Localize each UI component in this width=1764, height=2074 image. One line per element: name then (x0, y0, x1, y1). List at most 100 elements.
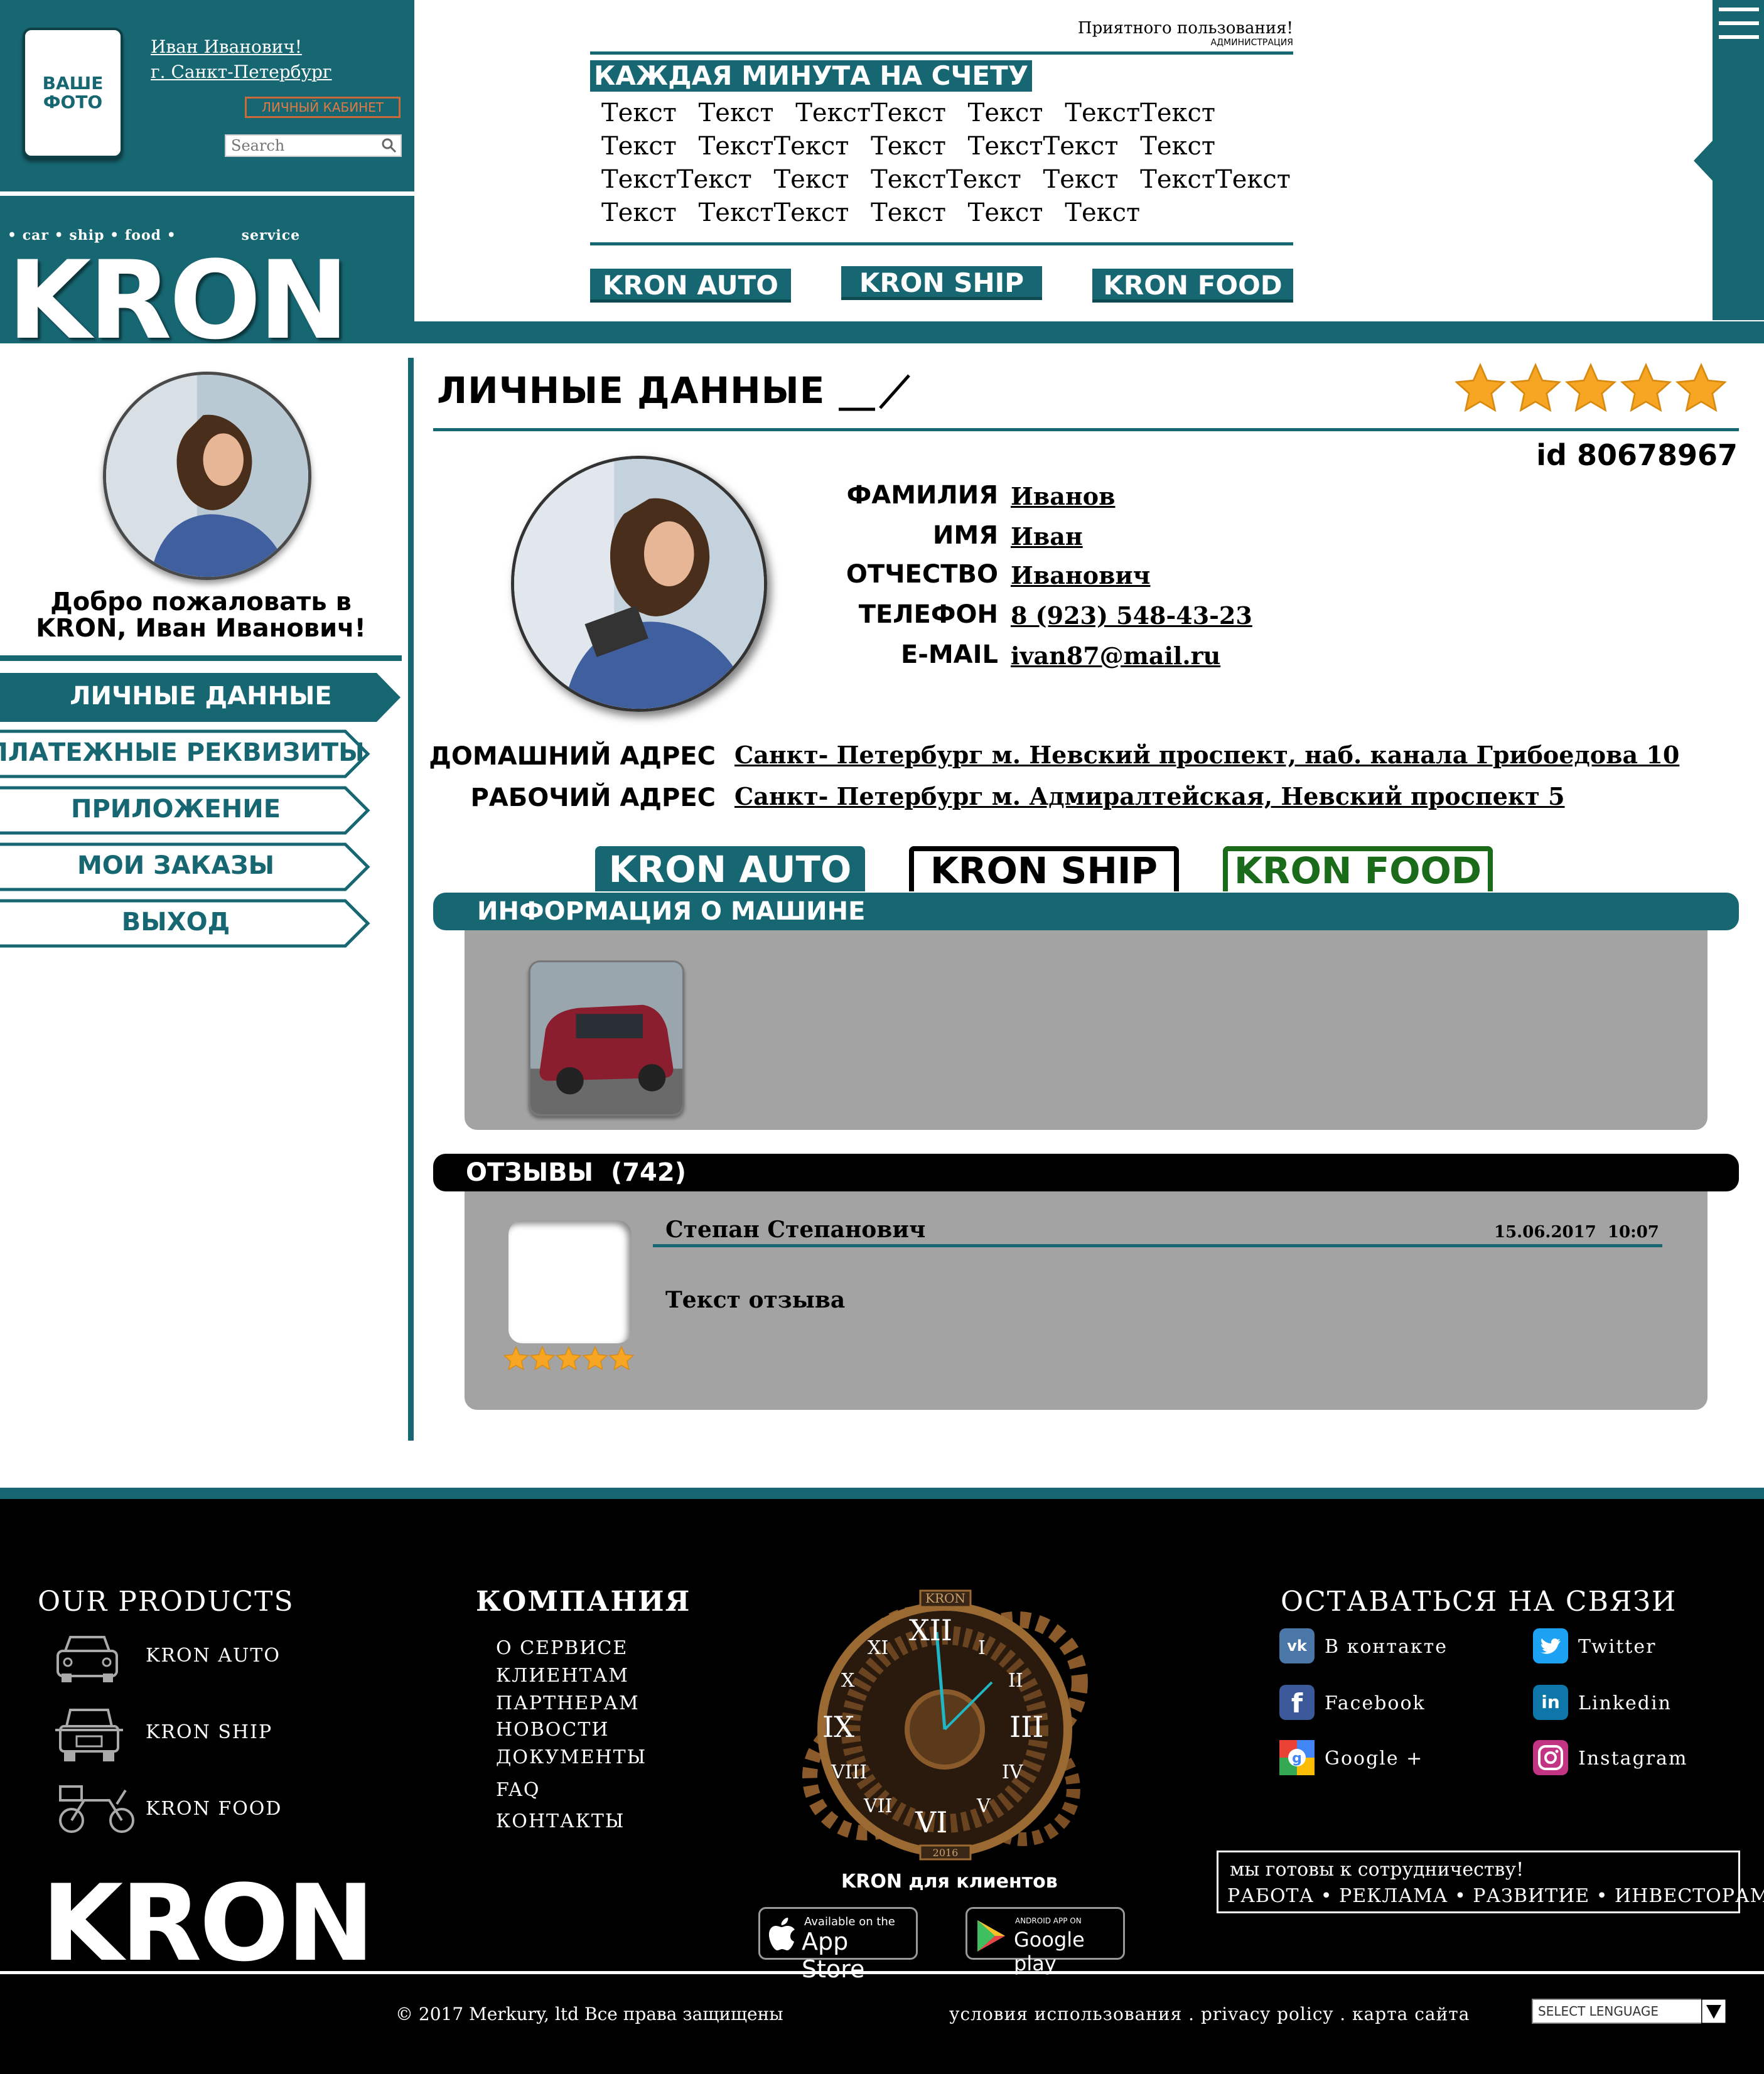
cooperation-links[interactable]: РАБОТА • РЕКЛАМА • РАЗВИТИЕ • ИНВЕСТОРАМ (1227, 1885, 1764, 1907)
nav-label: ПРИЛОЖЕНИЕ (70, 795, 281, 824)
tab-kron-ship[interactable]: KRON SHIP (909, 846, 1179, 891)
social-link-google[interactable]: Google + (1325, 1748, 1423, 1770)
car-icon (56, 1636, 118, 1682)
burger-line[interactable] (1719, 21, 1759, 25)
google-plus-icon[interactable]: g (1279, 1740, 1315, 1775)
products-title: OUR PRODUCTS (38, 1586, 294, 1618)
footer-kron-logo[interactable]: KRON (41, 1862, 375, 1985)
footer-link-documents[interactable]: ДОКУМЕНТЫ (496, 1746, 647, 1768)
review-author[interactable]: Степан Степанович (665, 1217, 925, 1243)
jeep-icon (55, 1709, 123, 1761)
vk-icon[interactable]: vk (1279, 1628, 1315, 1663)
star-icon (1675, 362, 1728, 412)
user-name-link[interactable]: Иван Иванович! (151, 36, 302, 57)
tab-kron-food[interactable]: KRON FOOD (1223, 846, 1493, 891)
googleplay-badge[interactable]: ANDROID APP ON Google play (965, 1907, 1125, 1975)
clock-brand: KRON (925, 1591, 965, 1606)
clock-numeral: XII (909, 1613, 953, 1647)
profile-avatar[interactable] (511, 456, 767, 712)
footer-link-about[interactable]: О СЕРВИСЕ (496, 1637, 628, 1659)
footer-link-contacts[interactable]: КОНТАКТЫ (496, 1810, 625, 1832)
social-link-instagram[interactable]: Instagram (1578, 1748, 1687, 1770)
footer-product-auto[interactable]: KRON AUTO (146, 1645, 281, 1667)
legal-links[interactable]: условия использования . privacy policy .… (949, 2004, 1470, 2024)
footer-divider (0, 1971, 1764, 1974)
app-label: KRON для клиентов (841, 1871, 1058, 1893)
field-value-home-address[interactable]: Санкт- Петербург м. Невский проспект, на… (734, 741, 1679, 769)
kron-auto-button[interactable]: KRON AUTO (590, 269, 791, 303)
edit-icon[interactable] (839, 370, 914, 413)
review-text: Текст отзыва (665, 1287, 846, 1313)
nav-application[interactable]: ПРИЛОЖЕНИЕ (0, 786, 370, 835)
google-play-icon (977, 1920, 1005, 1952)
user-id: id 80678967 (1536, 438, 1738, 472)
review-rating (503, 1345, 635, 1373)
footer-link-clients[interactable]: КЛИЕНТАМ (496, 1665, 629, 1687)
chevron-down-icon[interactable] (1701, 1999, 1726, 2024)
divider (433, 428, 1739, 431)
instagram-icon[interactable] (1533, 1740, 1568, 1775)
clock-numeral: VIII (831, 1761, 868, 1783)
nav-label: МОИ ЗАКАЗЫ (77, 851, 275, 880)
footer-product-ship[interactable]: KRON SHIP (146, 1721, 272, 1743)
footer-product-food[interactable]: KRON FOOD (146, 1798, 282, 1820)
field-value-phone[interactable]: 8 (923) 548-43-23 (1011, 601, 1252, 630)
nav-logout[interactable]: ВЫХОД (0, 899, 370, 948)
user-city-link[interactable]: г. Санкт-Петербург (151, 62, 332, 82)
reviewer-avatar[interactable] (508, 1220, 632, 1343)
burger-line[interactable] (1719, 35, 1759, 39)
divider (0, 655, 402, 661)
social-link-vk[interactable]: В контакте (1325, 1636, 1448, 1658)
footer-link-news[interactable]: НОВОСТИ (496, 1719, 610, 1741)
nav-payment-details[interactable]: ПЛАТЕЖНЫЕ РЕКВИЗИТЫ (0, 729, 370, 778)
divider (590, 51, 1293, 55)
nav-my-orders[interactable]: МОИ ЗАКАЗЫ (0, 842, 370, 891)
burger-line[interactable] (1719, 8, 1759, 11)
kron-food-button[interactable]: KRON FOOD (1092, 269, 1293, 303)
footer-link-partners[interactable]: ПАРТНЕРАМ (496, 1692, 640, 1714)
facebook-icon[interactable]: f (1279, 1685, 1315, 1720)
field-label-home-address: ДОМАШНИЙ АДРЕС (429, 742, 716, 771)
field-label-patronymic: ОТЧЕСТВО (846, 560, 998, 589)
cooperation-box: мы готовы к сотрудничеству! РАБОТА • РЕК… (1217, 1851, 1764, 1913)
field-value-work-address[interactable]: Санкт- Петербург м. Адмиралтейская, Невс… (734, 782, 1565, 810)
social-link-linkedin[interactable]: Linkedin (1578, 1692, 1672, 1714)
nav-personal-data[interactable]: ЛИЧНЫЕ ДАННЫЕ (0, 673, 402, 722)
search-icon[interactable] (380, 137, 397, 153)
collapse-arrow-icon[interactable] (1694, 139, 1714, 182)
star-icon (1620, 362, 1672, 412)
page-title: ЛИЧНЫЕ ДАННЫЕ (437, 369, 826, 412)
kron-logo[interactable]: KRON (8, 237, 349, 363)
field-label-email: E-MAIL (900, 640, 998, 669)
tab-kron-auto[interactable]: KRON AUTO (595, 846, 865, 891)
sidebar-divider (408, 358, 414, 1441)
googleplay-big-text: Google play (1014, 1928, 1085, 1975)
star-icon (529, 1345, 556, 1371)
appstore-badge[interactable]: Available on the App Store (758, 1907, 918, 1983)
twitter-icon[interactable] (1533, 1628, 1568, 1663)
field-label-surname: ФАМИЛИЯ (846, 481, 998, 510)
linkedin-icon[interactable]: in (1533, 1685, 1568, 1720)
user-rating (1454, 362, 1728, 416)
language-select[interactable]: SELECT LENGUAGE (1532, 1999, 1726, 2024)
social-link-twitter[interactable]: Twitter (1578, 1636, 1656, 1658)
search-input[interactable] (225, 134, 402, 157)
googleplay-small-text: ANDROID APP ON (1015, 1916, 1082, 1925)
field-value-patronymic[interactable]: Иванович (1011, 561, 1151, 589)
field-value-email[interactable]: ivan87@mail.ru (1011, 642, 1220, 670)
nav-label: ПЛАТЕЖНЫЕ РЕКВИЗИТЫ (0, 738, 365, 767)
field-value-surname[interactable]: Иванов (1011, 482, 1116, 510)
news-title: КАЖДАЯ МИНУТА НА СЧЕТУ (590, 60, 1033, 92)
appstore-big-text: App Store (802, 1928, 865, 1983)
clock-numeral: VI (915, 1805, 948, 1839)
footer-link-faq[interactable]: FAQ (496, 1779, 540, 1801)
copyright: © 2017 Merkury, ltd Все права защищены (395, 2004, 783, 2024)
kron-ship-button[interactable]: KRON SHIP (841, 266, 1042, 300)
sidebar-avatar[interactable] (103, 372, 311, 580)
cooperation-title: мы готовы к сотрудничеству! (1230, 1859, 1524, 1881)
personal-cabinet-button[interactable]: ЛИЧНЫЙ КАБИНЕТ (245, 97, 401, 118)
field-value-name[interactable]: Иван (1011, 522, 1083, 551)
car-photo[interactable] (529, 960, 684, 1116)
social-link-facebook[interactable]: Facebook (1325, 1692, 1426, 1714)
user-photo-placeholder[interactable]: ВАШЕ ФОТО (23, 28, 123, 158)
